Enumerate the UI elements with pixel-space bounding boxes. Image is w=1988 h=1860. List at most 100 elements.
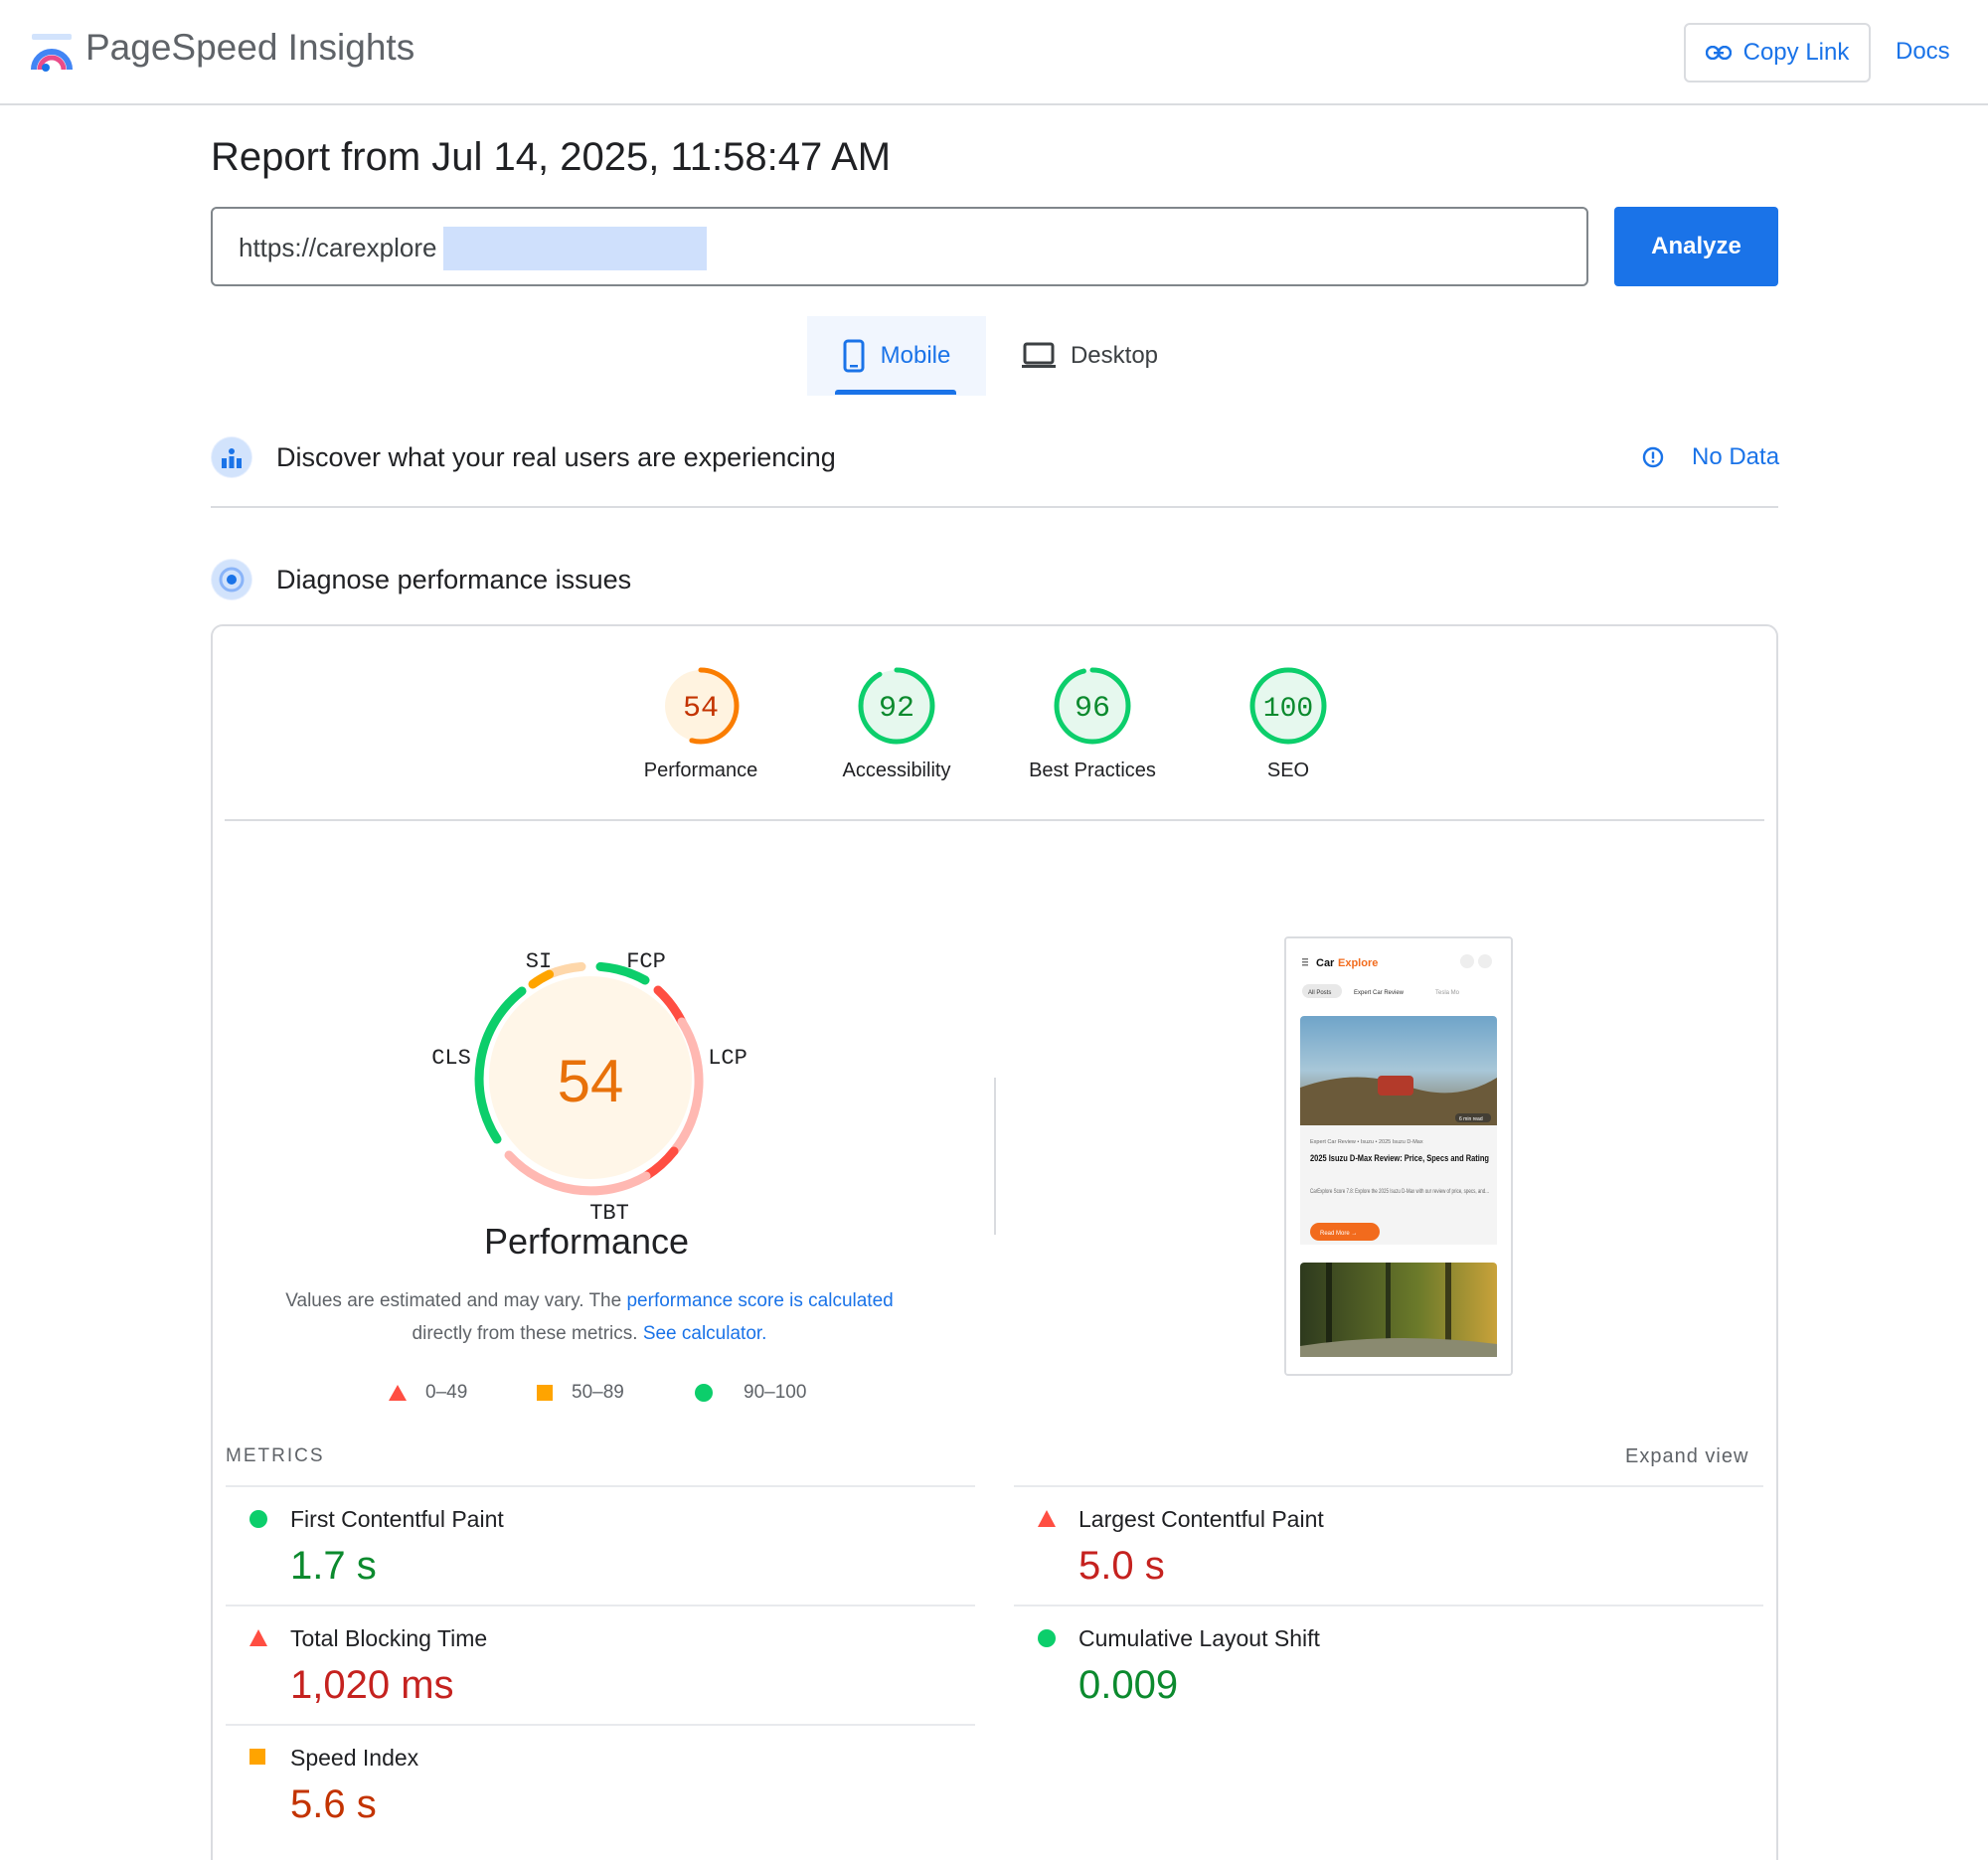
link-icon — [1705, 46, 1732, 60]
red-triangle-icon — [389, 1385, 407, 1401]
metrics-heading: METRICS — [226, 1445, 325, 1466]
gauge-label-tbt: TBT — [589, 1201, 629, 1223]
url-input[interactable]: https://carexplore — [211, 207, 1588, 286]
final-screenshot-preview[interactable]: Car Explore All Posts Expert Car Review … — [1284, 936, 1513, 1376]
active-tab-indicator — [835, 390, 956, 395]
metrics-divider — [1014, 1605, 1763, 1606]
score-value: 54 — [683, 692, 719, 726]
score-label: SEO — [1266, 760, 1310, 781]
pagespeed-logo-icon[interactable] — [30, 30, 74, 74]
score-note: Values are estimated and may vary. The p… — [256, 1284, 922, 1350]
poor-triangle-icon — [1038, 1510, 1056, 1527]
legend-good-range: 90–100 — [744, 1382, 807, 1403]
metric-tbt-value: 1,020 ms — [290, 1663, 454, 1707]
docs-link[interactable]: Docs — [1896, 38, 1950, 66]
preview-render: Car Explore All Posts Expert Car Review … — [1286, 938, 1511, 1374]
diagnose-title: Diagnose performance issues — [276, 565, 632, 594]
green-circle-icon — [695, 1384, 713, 1402]
no-data-link[interactable]: No Data — [1642, 443, 1779, 471]
expand-view-toggle[interactable]: Expand view — [1625, 1445, 1748, 1468]
diagnose-icon — [211, 559, 252, 600]
score-ring-best-practices: 96 — [1054, 667, 1131, 745]
tab-desktop-label: Desktop — [1070, 342, 1159, 369]
score-value: 100 — [1263, 694, 1313, 725]
average-square-icon — [249, 1749, 265, 1765]
score-label: Performance — [643, 760, 758, 781]
tab-desktop[interactable]: Desktop — [1010, 316, 1169, 396]
metrics-divider — [1014, 1485, 1763, 1487]
legend-poor-range: 0–49 — [425, 1382, 468, 1403]
orange-square-icon — [537, 1385, 553, 1401]
preview-logo-explore: Explore — [1338, 957, 1378, 969]
section-divider — [211, 506, 1778, 508]
metric-si-name: Speed Index — [290, 1745, 419, 1771]
performance-score-link[interactable]: performance score is calculated — [626, 1290, 893, 1311]
score-gauge-best-practices[interactable]: 96 Best Practices — [1028, 664, 1157, 782]
analyze-button[interactable]: Analyze — [1614, 207, 1778, 286]
gauges-divider — [225, 819, 1764, 821]
good-circle-icon — [1038, 1629, 1056, 1647]
preview-chip-expert-review: Expert Car Review — [1354, 990, 1405, 996]
real-users-icon — [211, 436, 252, 478]
score-ring-seo: 100 — [1249, 667, 1327, 745]
see-calculator-link[interactable]: See calculator. — [643, 1323, 767, 1344]
copy-link-label: Copy Link — [1742, 39, 1850, 66]
legend-average: 50–89 — [536, 1382, 624, 1404]
vertical-divider — [994, 1078, 996, 1235]
url-selection-highlight — [443, 227, 707, 270]
legend-average-range: 50–89 — [572, 1382, 624, 1403]
score-value: 92 — [879, 692, 914, 726]
laptop-icon — [1021, 342, 1056, 368]
preview-description: CarExplore Score 7.8: Explore the 2025 I… — [1310, 1189, 1489, 1195]
metric-cls-value: 0.009 — [1078, 1663, 1179, 1707]
preview-chip-all-posts: All Posts — [1308, 990, 1331, 996]
score-label: Accessibility — [842, 760, 951, 781]
url-value: https://carexplore — [239, 233, 437, 262]
good-circle-icon — [249, 1510, 267, 1528]
score-value: 96 — [1075, 692, 1110, 726]
note-text-1: Values are estimated and may vary. The — [285, 1290, 627, 1311]
score-gauge-accessibility[interactable]: 92 Accessibility — [832, 664, 961, 782]
score-ring-performance: 54 — [662, 667, 740, 745]
score-gauge-seo[interactable]: 100 SEO — [1224, 664, 1353, 782]
legend-good: 90–100 — [694, 1382, 806, 1404]
info-icon — [1642, 446, 1664, 468]
gauge-label-fcp: FCP — [626, 949, 666, 974]
preview-chip-tesla: Tesla Mo — [1435, 990, 1460, 996]
no-data-label: No Data — [1692, 443, 1780, 470]
gauge-label-si: SI — [526, 949, 552, 974]
metrics-divider — [226, 1485, 975, 1487]
metric-lcp-name: Largest Contentful Paint — [1078, 1506, 1324, 1532]
tab-mobile[interactable]: Mobile — [807, 316, 986, 396]
brand-title[interactable]: PageSpeed Insights — [85, 27, 414, 69]
performance-gauge-score: 54 — [558, 1048, 624, 1114]
metrics-divider — [226, 1605, 975, 1606]
preview-read-more: Read More → — [1320, 1231, 1357, 1237]
metric-cls-name: Cumulative Layout Shift — [1078, 1625, 1320, 1651]
metric-fcp-name: First Contentful Paint — [290, 1506, 504, 1532]
copy-link-button[interactable]: Copy Link — [1684, 23, 1871, 83]
preview-logo-car: Car — [1316, 957, 1335, 969]
legend-poor: 0–49 — [388, 1382, 467, 1404]
preview-read-time: 6 min read — [1459, 1116, 1483, 1122]
gauge-label-lcp: LCP — [708, 1046, 747, 1071]
preview-breadcrumb: Expert Car Review • Isuzu • 2025 Isuzu D… — [1310, 1139, 1423, 1145]
note-text-2: directly from these metrics. — [412, 1323, 643, 1344]
preview-headline: 2025 Isuzu D-Max Review: Price, Specs an… — [1310, 1153, 1489, 1164]
score-label: Best Practices — [1029, 760, 1156, 781]
metric-fcp-value: 1.7 s — [290, 1544, 377, 1588]
metric-tbt-name: Total Blocking Time — [290, 1625, 488, 1651]
tab-mobile-label: Mobile — [880, 342, 951, 369]
field-data-title: Discover what your real users are experi… — [276, 442, 836, 472]
top-bar: PageSpeed Insights Copy Link Docs — [0, 0, 1988, 105]
gauge-label-cls: CLS — [431, 1046, 471, 1071]
metric-lcp-value: 5.0 s — [1078, 1544, 1165, 1588]
metrics-divider — [226, 1724, 975, 1726]
performance-gauge-label: Performance — [483, 1221, 690, 1262]
report-title: Report from Jul 14, 2025, 11:58:47 AM — [211, 135, 892, 179]
poor-triangle-icon — [249, 1629, 267, 1646]
metric-si-value: 5.6 s — [290, 1782, 377, 1826]
score-gauge-performance[interactable]: 54 Performance — [636, 664, 765, 782]
score-ring-accessibility: 92 — [858, 667, 935, 745]
performance-gauge: 54 SI FCP LCP TBT CLS — [431, 949, 747, 1223]
